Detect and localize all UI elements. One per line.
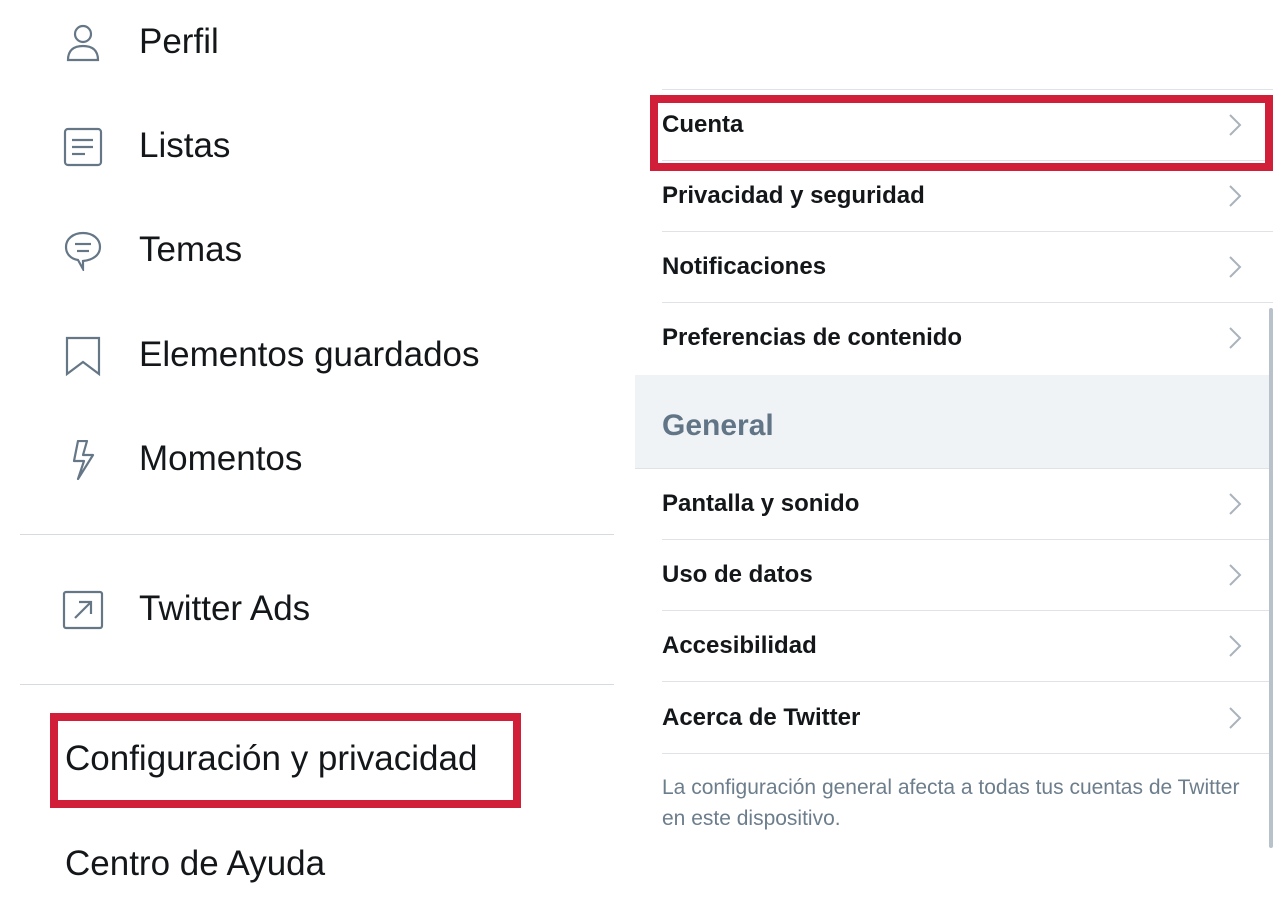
settings-row-label: Uso de datos xyxy=(662,561,813,588)
menu-item-label: Twitter Ads xyxy=(139,589,311,628)
settings-row-privacidad[interactable]: Privacidad y seguridad xyxy=(662,161,1273,232)
highlight-box xyxy=(50,713,521,808)
chevron-right-icon xyxy=(1227,255,1243,279)
menu-item-label: Elementos guardados xyxy=(139,335,480,374)
settings-row-preferencias[interactable]: Preferencias de contenido xyxy=(662,303,1273,374)
settings-row-label: Acerca de Twitter xyxy=(662,704,861,731)
settings-panel: Cuenta Privacidad y seguridad Notificaci… xyxy=(635,0,1273,900)
chevron-right-icon xyxy=(1227,634,1243,658)
menu-item-label: Listas xyxy=(139,126,231,165)
scrollbar[interactable] xyxy=(1269,308,1273,848)
menu-item-listas[interactable]: Listas xyxy=(0,116,614,176)
section-header-general: General xyxy=(635,375,1273,469)
menu-divider xyxy=(20,534,614,535)
settings-row-notificaciones[interactable]: Notificaciones xyxy=(662,232,1273,303)
menu-item-label: Temas xyxy=(139,230,243,269)
menu-item-temas[interactable]: Temas xyxy=(0,220,614,280)
bookmark-icon xyxy=(62,336,104,376)
menu-item-centro-de-ayuda[interactable]: Centro de Ayuda xyxy=(65,834,325,894)
settings-row-label: Pantalla y sonido xyxy=(662,490,860,517)
menu-item-twitter-ads[interactable]: Twitter Ads xyxy=(0,579,614,639)
settings-row-uso-de-datos[interactable]: Uso de datos xyxy=(662,540,1273,611)
chevron-right-icon xyxy=(1227,326,1243,350)
settings-row-accesibilidad[interactable]: Accesibilidad xyxy=(662,611,1273,682)
person-icon xyxy=(62,23,104,63)
list-icon xyxy=(62,127,104,167)
settings-row-label: Preferencias de contenido xyxy=(662,324,963,351)
general-footnote: La configuración general afecta a todas … xyxy=(662,776,1240,830)
settings-row-label: Accesibilidad xyxy=(662,632,817,659)
lightning-icon xyxy=(62,440,104,480)
menu-divider xyxy=(20,684,614,685)
settings-row-label: Notificaciones xyxy=(662,253,827,280)
side-menu: Perfil Listas Temas Elementos guardados … xyxy=(0,0,614,900)
external-link-icon xyxy=(62,590,104,630)
settings-row-label: Privacidad y seguridad xyxy=(662,182,925,209)
menu-item-label: Momentos xyxy=(139,439,303,478)
menu-item-label: Perfil xyxy=(139,22,219,61)
menu-item-momentos[interactable]: Momentos xyxy=(0,429,614,489)
chevron-right-icon xyxy=(1227,184,1243,208)
section-title: General xyxy=(662,409,774,442)
chevron-right-icon xyxy=(1227,563,1243,587)
chevron-right-icon xyxy=(1227,706,1243,730)
menu-item-perfil[interactable]: Perfil xyxy=(0,12,614,72)
settings-row-acerca-de[interactable]: Acerca de Twitter xyxy=(662,683,1273,754)
settings-row-pantalla[interactable]: Pantalla y sonido xyxy=(662,469,1273,540)
menu-item-elementos-guardados[interactable]: Elementos guardados xyxy=(0,325,614,385)
chevron-right-icon xyxy=(1227,492,1243,516)
topics-icon xyxy=(62,231,104,271)
highlight-box xyxy=(650,95,1273,171)
